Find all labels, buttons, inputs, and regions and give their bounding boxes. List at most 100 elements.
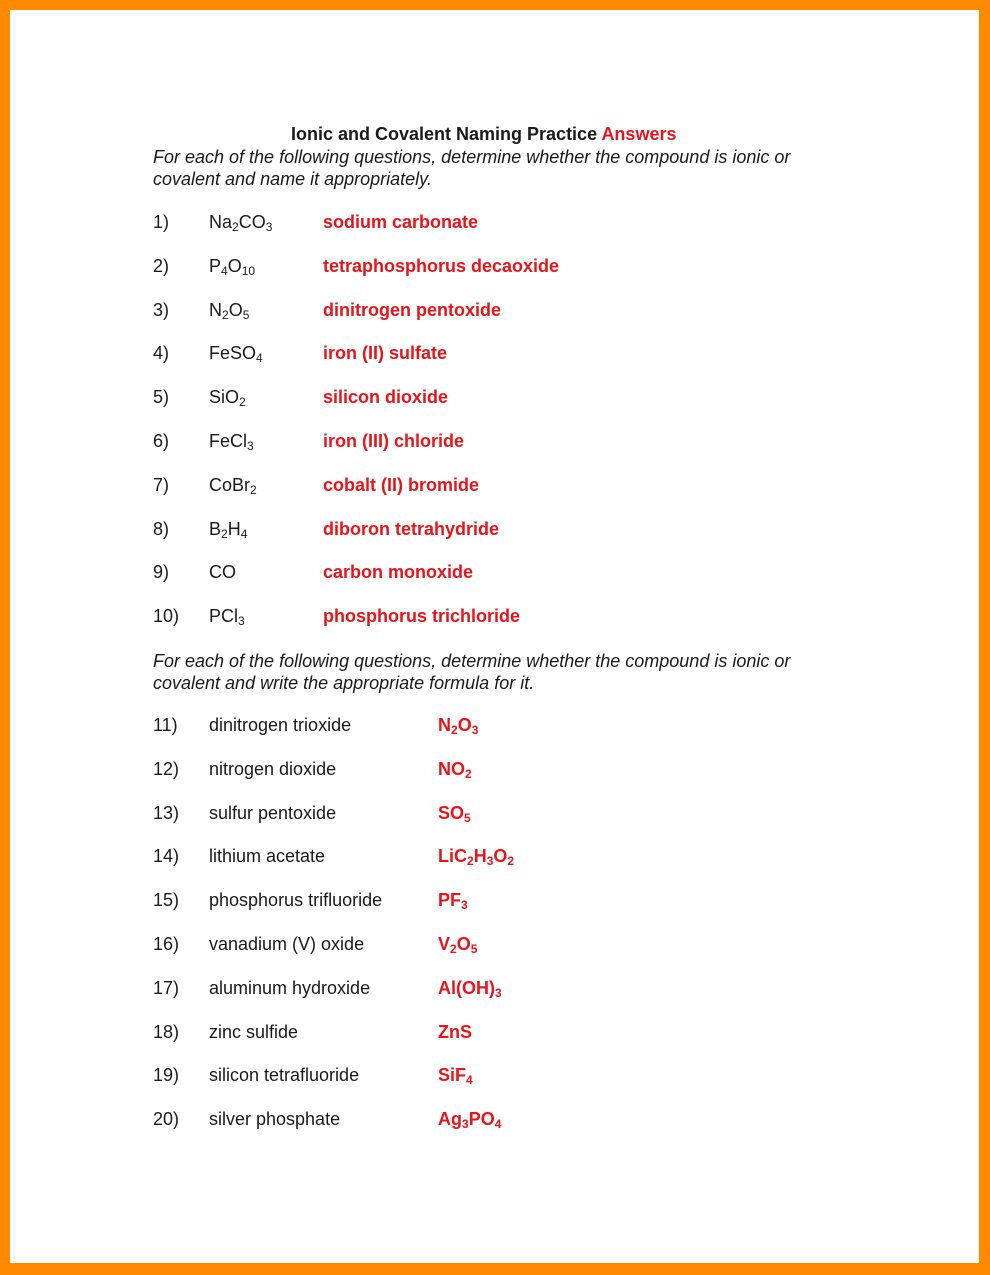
formula-part: P [209, 255, 222, 276]
formula-part: O [493, 846, 508, 867]
answer-name: phosphorus trichloride [323, 606, 521, 627]
formula-part: NO [438, 758, 465, 779]
formula: B2H4 [209, 519, 247, 540]
question-number: 1) [153, 212, 170, 232]
formula-subscript: 2 [239, 395, 246, 410]
formula-part: H [227, 518, 241, 539]
formula-subscript: 2 [232, 220, 239, 234]
question-number: 11) [153, 715, 178, 735]
answer-formula: Al(OH)3 [438, 978, 502, 999]
formula-subscript: 2 [467, 854, 474, 869]
formula-subscript: 5 [470, 942, 478, 956]
formula-subscript: 2 [221, 526, 228, 541]
formula-part: O [227, 255, 242, 276]
formula-part: Al(OH) [438, 977, 495, 998]
formula-part: Ag [438, 1109, 462, 1130]
compound-name: silver phosphate [209, 1109, 341, 1130]
formula-subscript: 3 [247, 439, 254, 453]
section2-instructions: For each of the following questions, det… [153, 651, 791, 693]
question-number: 16) [153, 934, 180, 954]
formula-subscript: 2 [507, 854, 515, 869]
formula-part: LiC [438, 846, 467, 867]
question-number: 12) [153, 758, 180, 779]
formula-subscript: 2 [465, 766, 472, 781]
question-number: 5) [153, 387, 170, 408]
answer-formula: SiF4 [438, 1065, 473, 1086]
answer-name: dinitrogen pentoxide [323, 299, 501, 320]
formula-part: SiO [209, 387, 240, 408]
formula-part: CO [238, 212, 266, 232]
formula-part: CO [209, 562, 236, 583]
formula-subscript: 3 [238, 614, 245, 629]
formula-subscript: 2 [250, 482, 257, 497]
answer-formula: SO5 [438, 803, 471, 824]
formula: CO [209, 562, 236, 583]
formula: CoBr2 [209, 475, 257, 496]
formula-part: N [438, 715, 451, 735]
question-number: 6) [153, 431, 170, 451]
compound-name: dinitrogen trioxide [209, 715, 352, 735]
formula: PCl3 [209, 606, 245, 627]
answer-name: sodium carbonate [323, 212, 479, 232]
formula-part: O [228, 299, 243, 320]
formula-subscript: 3 [462, 1117, 469, 1132]
answer-formula: V2O5 [438, 934, 477, 955]
formula-subscript: 5 [242, 307, 250, 322]
formula-subscript: 5 [464, 810, 471, 825]
formula-subscript: 2 [222, 307, 229, 322]
formula-subscript: 2 [450, 942, 457, 956]
formula: N2O5 [209, 300, 249, 321]
formula: FeSO4 [209, 343, 263, 364]
formula-part: H [473, 846, 487, 867]
formula-part: V [438, 934, 451, 954]
answer-formula: N2O3 [438, 715, 478, 736]
question-number: 8) [153, 518, 170, 539]
section1-instructions: For each of the following questions, det… [153, 147, 791, 189]
compound-name: sulfur pentoxide [209, 802, 337, 823]
answer-name: diboron tetrahydride [323, 518, 500, 539]
answer-formula: ZnS [438, 1022, 472, 1043]
formula-subscript: 10 [241, 263, 256, 278]
formula: P4O10 [209, 256, 255, 277]
answer-name: carbon monoxide [323, 562, 474, 583]
question-number: 10) [153, 606, 180, 627]
formula: FeCl3 [209, 431, 254, 452]
formula-part: SO [438, 802, 465, 823]
formula: Na2CO3 [209, 212, 272, 233]
worksheet-page: Ionic and Covalent Naming Practice Answe… [10, 10, 979, 1263]
formula-part: O [456, 934, 471, 954]
formula-part: SiF [438, 1065, 467, 1086]
answer-formula: NO2 [438, 759, 472, 780]
formula-part: PF [438, 890, 462, 911]
formula-part: O [457, 715, 472, 735]
page-title: Ionic and Covalent Naming Practice Answe… [291, 124, 676, 145]
formula-subscript: 3 [495, 985, 502, 1000]
formula-subscript: 4 [221, 263, 228, 278]
formula-part: PCl [209, 606, 239, 627]
formula-subscript: 4 [494, 1117, 502, 1132]
formula-part: B [209, 518, 222, 539]
formula-subscript: 3 [265, 220, 273, 234]
title-accent: Answers [601, 124, 677, 144]
question-number: 9) [153, 562, 170, 583]
formula-subscript: 4 [256, 351, 263, 366]
formula-subscript: 2 [451, 723, 458, 737]
answer-formula: PF3 [438, 890, 468, 911]
compound-name: vanadium (V) oxide [209, 934, 365, 954]
question-number: 4) [153, 343, 170, 364]
answer-name: iron (II) sulfate [323, 343, 448, 364]
title-main: Ionic and Covalent Naming Practice [291, 124, 598, 144]
formula-subscript: 4 [466, 1073, 473, 1088]
formula-part: N [209, 299, 222, 320]
question-number: 17) [153, 977, 180, 998]
formula-part: Na [209, 212, 233, 232]
compound-name: phosphorus trifluoride [209, 890, 383, 911]
formula-subscript: 3 [471, 723, 479, 737]
formula-part: FeSO [209, 343, 257, 364]
formula-subscript: 3 [461, 898, 468, 913]
compound-name: nitrogen dioxide [209, 758, 337, 779]
compound-name: aluminum hydroxide [209, 977, 371, 998]
answer-name: iron (III) chloride [323, 431, 465, 451]
question-number: 2) [153, 255, 170, 276]
answer-formula: Ag3PO4 [438, 1109, 501, 1130]
